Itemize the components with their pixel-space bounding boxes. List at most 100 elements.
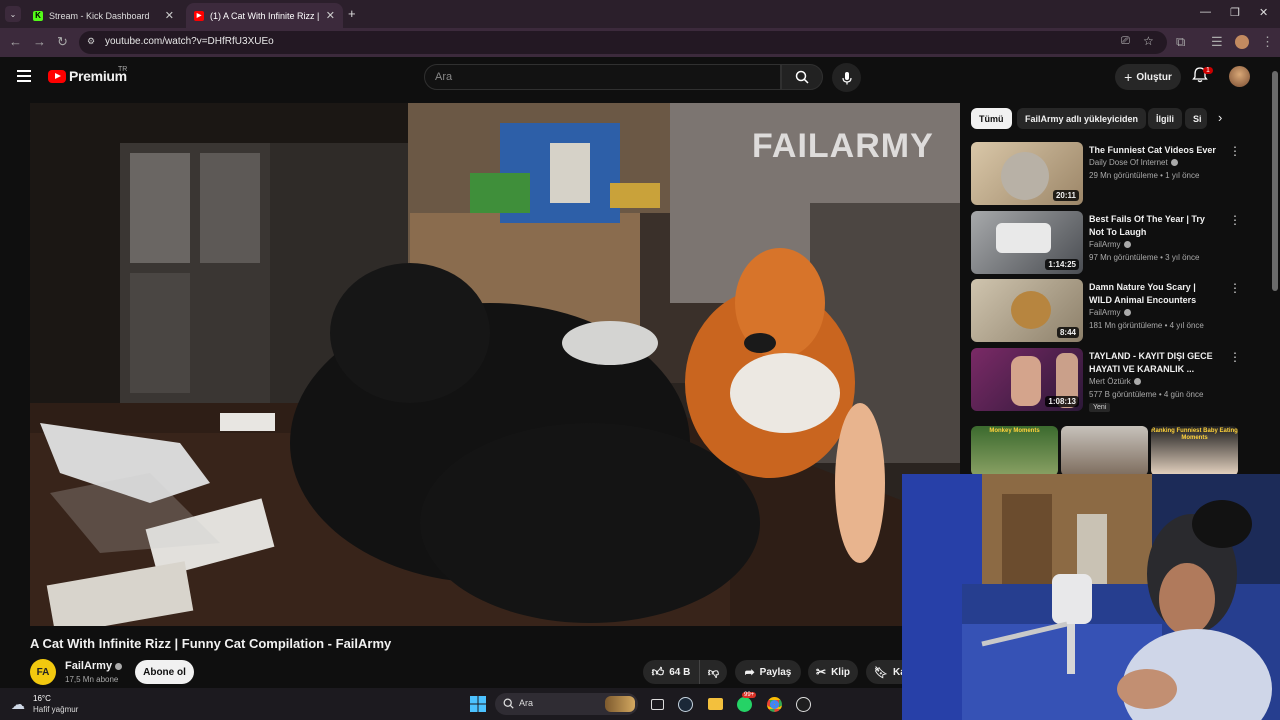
tab-label: Stream - Kick Dashboard — [49, 10, 150, 21]
recommendation-channel: FailArmy — [1089, 240, 1131, 249]
kick-icon: K — [33, 10, 43, 21]
share-arrow-icon: ➦ — [744, 665, 755, 679]
new-tab-button[interactable]: + — [348, 6, 356, 21]
cast-icon[interactable]: ⎚ — [1121, 35, 1130, 48]
recommendation-item[interactable]: 1:08:13 TAYLAND - KAYIT DIŞI GECE HAYATI… — [971, 348, 1251, 412]
user-avatar[interactable] — [1229, 66, 1250, 87]
recommendation-item[interactable]: 8:44 Damn Nature You Scary | WILD Animal… — [971, 279, 1251, 343]
video-player[interactable]: FAILARMY — [30, 103, 960, 626]
chip-more[interactable]: Si — [1185, 108, 1207, 129]
notification-badge: 99+ — [742, 692, 757, 698]
duration-badge: 1:08:13 — [1045, 396, 1079, 407]
tab-kick-dashboard[interactable]: K Stream - Kick Dashboard ✕ — [25, 3, 182, 28]
recommendation-item[interactable]: 20:11 The Funniest Cat Videos Ever Daily… — [971, 142, 1251, 206]
short-thumbnail[interactable]: Monkey Moments — [971, 426, 1058, 476]
video-frame — [30, 103, 960, 626]
reading-list-icon[interactable]: ☰ — [1211, 34, 1223, 50]
windows-start-icon[interactable] — [469, 695, 487, 713]
hamburger-menu-icon[interactable] — [17, 70, 31, 82]
recommendation-title: Best Fails Of The Year | Try Not To Laug… — [1089, 214, 1205, 237]
browser-toolbar: ← → ↻ ⚙ youtube.com/watch?v=DHfRfU3XUEo … — [0, 28, 1280, 57]
video-thumbnail: 8:44 — [971, 279, 1083, 342]
new-badge: Yeni — [1089, 403, 1111, 412]
chip-all[interactable]: Tümü — [971, 108, 1012, 129]
like-button[interactable]: 👍︎ 64 B — [643, 660, 699, 684]
profile-avatar[interactable] — [1235, 35, 1249, 49]
search-icon — [503, 698, 514, 709]
video-thumbnail: 1:14:25 — [971, 211, 1083, 274]
thumbs-down-icon: 👎︎ — [707, 666, 720, 679]
thumbs-up-icon: 👍︎ — [651, 664, 665, 679]
windows-taskbar: ☁ 16°C Hafif yağmur Ara 99+ — [0, 688, 902, 720]
failarmy-watermark: FAILARMY — [752, 127, 934, 165]
notification-count-badge: 1 — [1203, 67, 1213, 74]
recommendation-meta: 577 B görüntüleme • 4 gün önce — [1089, 390, 1204, 399]
save-button[interactable]: 🔖︎ Ka — [866, 660, 906, 684]
more-options-icon[interactable]: ⋮ — [1229, 213, 1241, 227]
duration-badge: 8:44 — [1056, 327, 1079, 338]
forward-arrow-icon[interactable]: → — [33, 34, 46, 49]
webcam-overlay — [902, 474, 1280, 720]
search-highlight-image — [605, 696, 635, 712]
steam-icon[interactable] — [676, 695, 694, 713]
reload-icon[interactable]: ↻ — [57, 34, 68, 50]
search-icon — [795, 70, 809, 84]
recommendation-item[interactable]: 1:14:25 Best Fails Of The Year | Try Not… — [971, 211, 1251, 275]
more-options-icon[interactable]: ⋮ — [1229, 350, 1241, 364]
plus-icon: + — [1124, 69, 1133, 85]
browser-tab-strip: ⌄ K Stream - Kick Dashboard ✕ ▶ (1) A Ca… — [0, 0, 1280, 28]
youtube-play-icon — [48, 69, 66, 83]
microphone-icon — [841, 71, 852, 84]
voice-search-button[interactable] — [832, 63, 861, 92]
search-button[interactable] — [781, 64, 823, 90]
clip-button[interactable]: ✂ Klip — [808, 660, 858, 684]
task-view-icon[interactable] — [648, 695, 666, 713]
duration-badge: 20:11 — [1052, 190, 1079, 201]
share-button[interactable]: ➦ Paylaş — [735, 660, 801, 684]
verified-icon — [1123, 241, 1131, 249]
chip-related[interactable]: İlgili — [1148, 108, 1182, 129]
more-options-icon[interactable]: ⋮ — [1229, 144, 1241, 158]
back-arrow-icon[interactable]: ← — [9, 34, 22, 49]
recommendation-channel: FailArmy — [1089, 308, 1131, 317]
youtube-icon: ▶ — [194, 10, 204, 21]
search-box[interactable] — [424, 64, 781, 90]
short-thumbnail[interactable]: Ranking Funniest Baby Eating Moments — [1151, 426, 1238, 476]
restore-icon[interactable]: ❐ — [1230, 6, 1240, 19]
youtube-premium-logo[interactable]: Premium TR — [48, 66, 127, 84]
close-icon[interactable]: ✕ — [326, 9, 335, 22]
create-button[interactable]: + Oluştur — [1115, 64, 1181, 90]
minimize-icon[interactable]: — — [1200, 6, 1211, 18]
taskbar-search[interactable]: Ara — [495, 693, 638, 715]
short-thumbnail[interactable] — [1061, 426, 1148, 476]
tab-search-dropdown[interactable]: ⌄ — [5, 6, 21, 22]
subscribe-button[interactable]: Abone ol — [135, 660, 194, 684]
obs-icon[interactable] — [794, 695, 812, 713]
scrollbar-thumb[interactable] — [1272, 71, 1278, 291]
browser-menu-icon[interactable]: ⋮ — [1261, 34, 1274, 50]
search-input[interactable] — [435, 71, 735, 83]
recommendation-title: Damn Nature You Scary | WILD Animal Enco… — [1089, 282, 1197, 305]
tab-label: (1) A Cat With Infinite Rizz | Fun — [210, 10, 320, 21]
channel-name[interactable]: FailArmy — [65, 660, 123, 672]
recommendation-meta: 29 Mn görüntüleme • 1 yıl önce — [1089, 171, 1200, 180]
dislike-button[interactable]: 👎︎ — [699, 660, 727, 684]
channel-avatar[interactable]: FA — [30, 659, 56, 685]
site-info-icon[interactable]: ⚙ — [87, 36, 95, 47]
close-window-icon[interactable]: ✕ — [1259, 6, 1268, 19]
file-explorer-icon[interactable] — [706, 695, 724, 713]
page-scrollbar[interactable] — [1270, 57, 1280, 477]
tab-youtube-video[interactable]: ▶ (1) A Cat With Infinite Rizz | Fun ✕ — [186, 3, 343, 28]
close-icon[interactable]: ✕ — [165, 9, 174, 22]
weather-temperature[interactable]: 16°C — [33, 694, 51, 703]
chip-from-uploader[interactable]: FailArmy adlı yükleyiciden — [1017, 108, 1147, 129]
subscriber-count: 17,5 Mn abone — [65, 675, 119, 684]
address-bar[interactable]: ⚙ youtube.com/watch?v=DHfRfU3XUEo ⎚ ☆ — [79, 31, 1167, 54]
bookmark-star-icon[interactable]: ☆ — [1143, 34, 1154, 48]
chevron-right-icon[interactable]: › — [1218, 110, 1222, 125]
extensions-icon[interactable]: ⧉ — [1176, 34, 1185, 50]
chrome-icon[interactable] — [765, 695, 783, 713]
more-options-icon[interactable]: ⋮ — [1229, 281, 1241, 295]
weather-description[interactable]: Hafif yağmur — [33, 705, 78, 714]
video-title: A Cat With Infinite Rizz | Funny Cat Com… — [30, 636, 392, 651]
